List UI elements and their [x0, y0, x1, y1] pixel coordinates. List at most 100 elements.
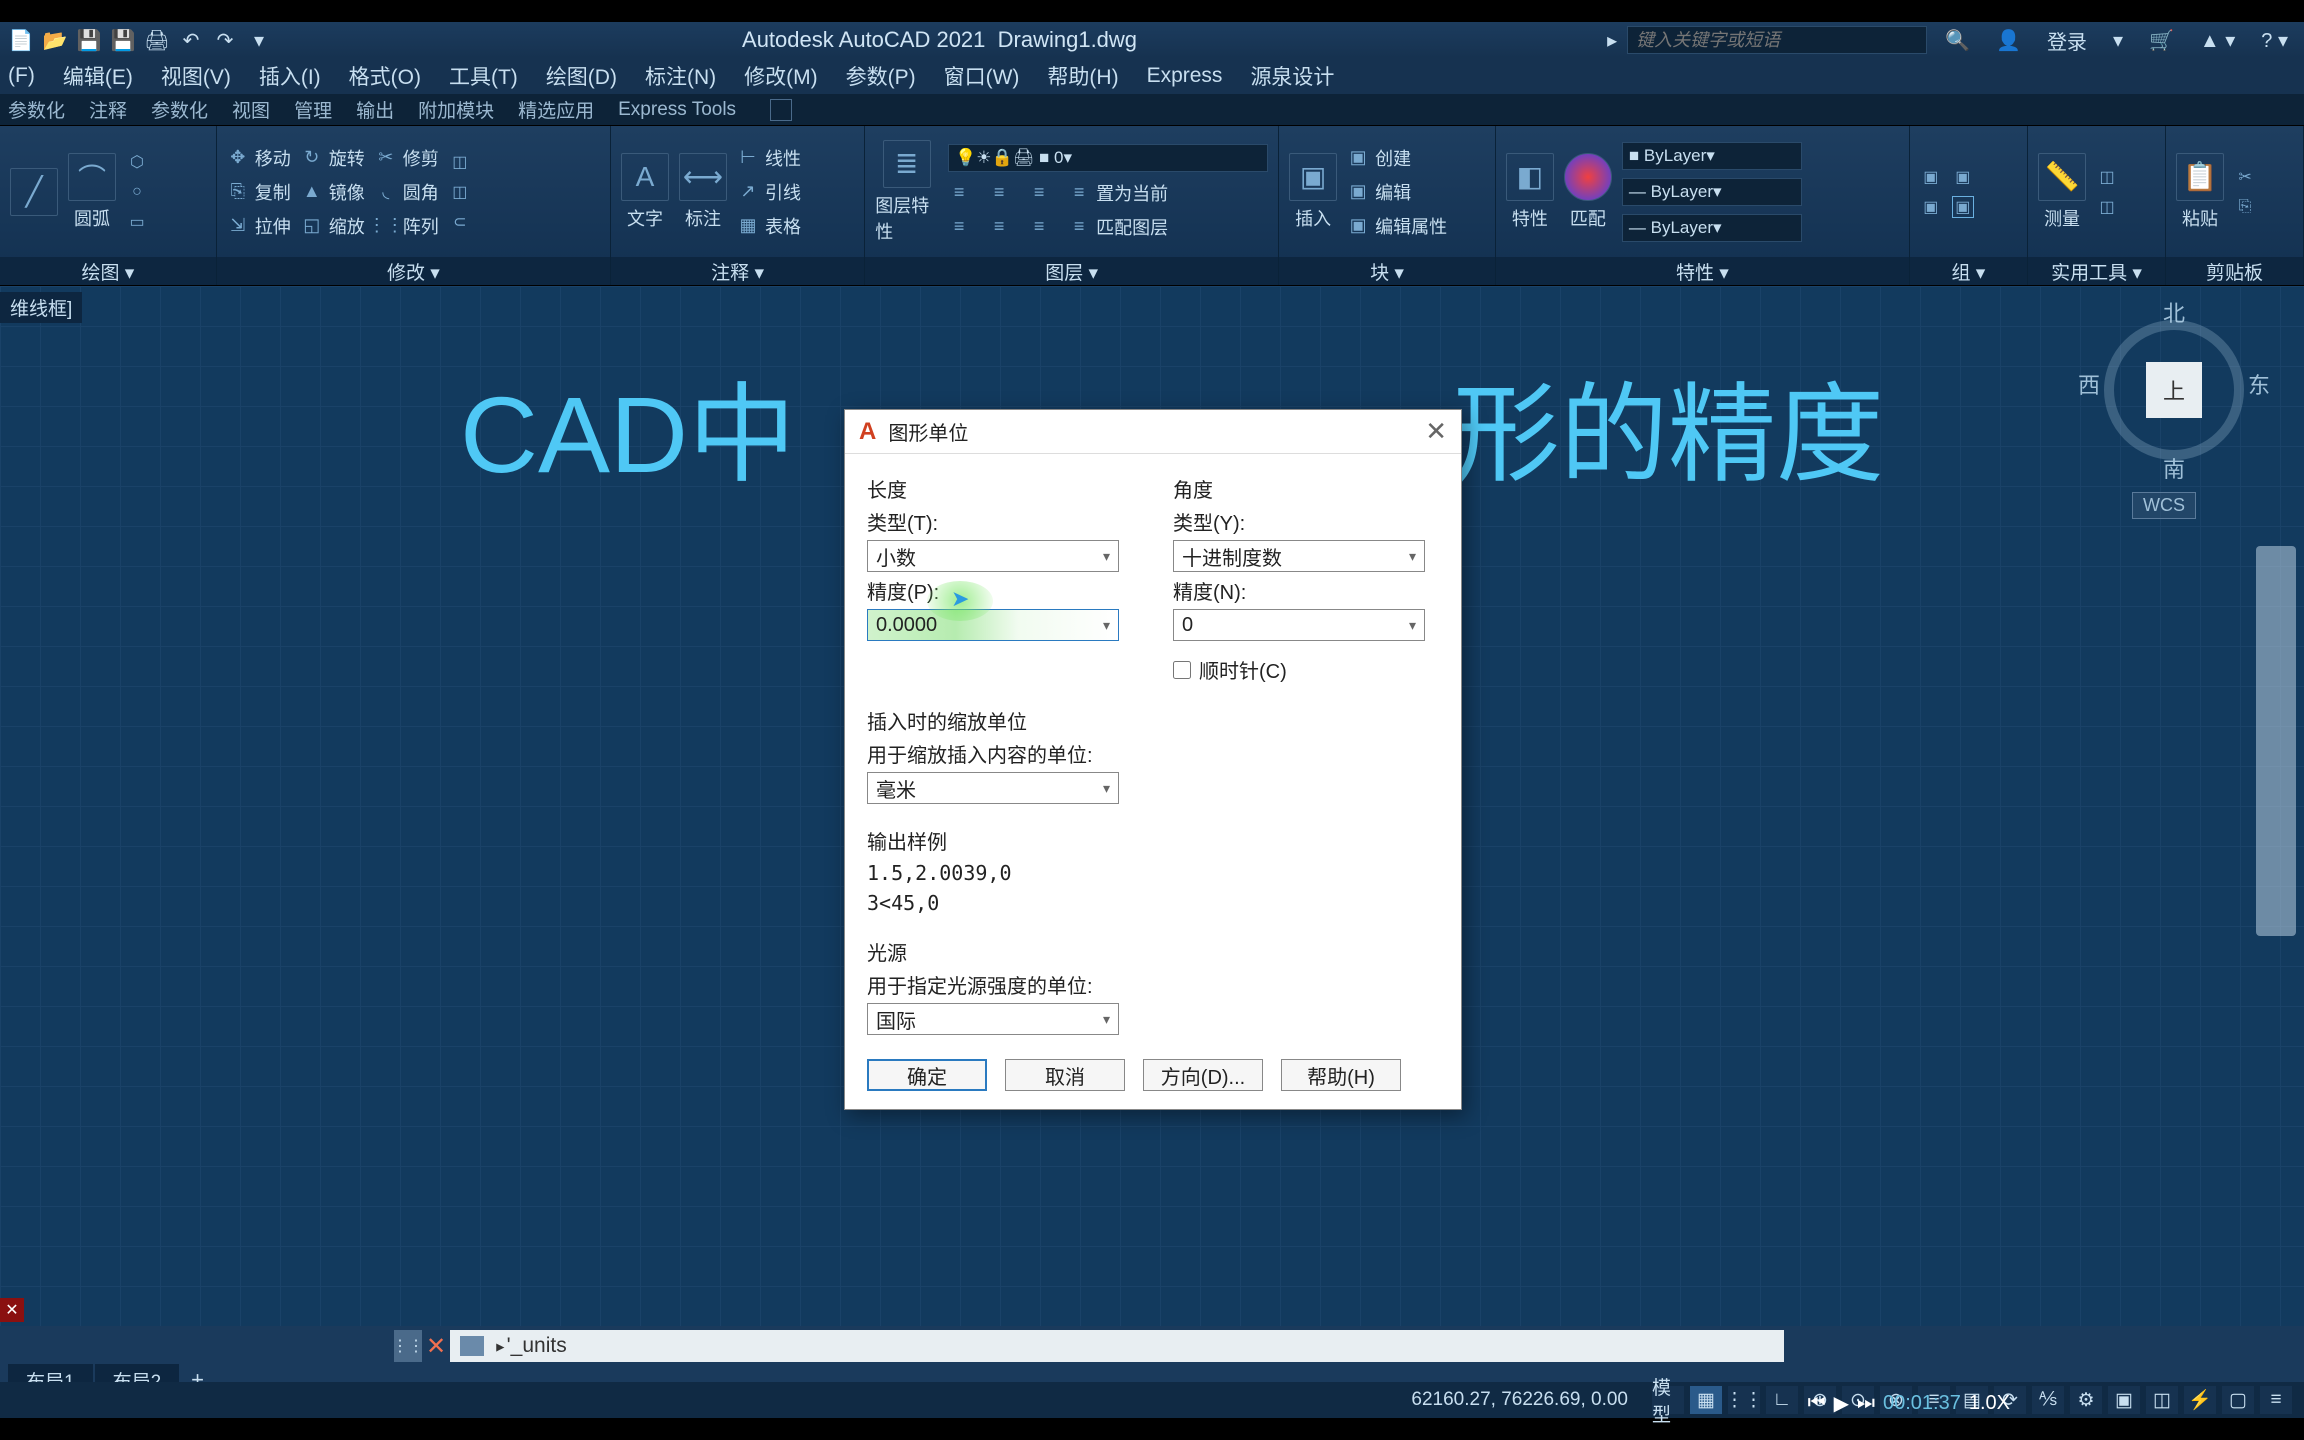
table-button[interactable]: ▦表格: [737, 213, 801, 239]
video-rate[interactable]: 1.0X: [1969, 1392, 2010, 1415]
panel-props-title[interactable]: 特性 ▾: [1496, 257, 1909, 285]
fillet-button[interactable]: ◟圆角: [375, 179, 439, 205]
viewcube-east[interactable]: 东: [2248, 368, 2270, 400]
menu-window[interactable]: 窗口(W): [944, 61, 1020, 91]
ribbon-tab-express[interactable]: Express Tools: [618, 99, 736, 121]
menu-file[interactable]: (F): [8, 64, 35, 88]
panel-annotate-title[interactable]: 注释 ▾: [611, 257, 864, 285]
modify-extra1-icon[interactable]: ◫: [449, 151, 471, 173]
viewcube-wcs[interactable]: WCS: [2132, 492, 2196, 519]
ribbon-tab-parametric1[interactable]: 参数化: [8, 96, 65, 123]
util-icon2[interactable]: ◫: [2096, 196, 2118, 218]
layer-mini6-icon[interactable]: ≡: [1028, 214, 1050, 240]
cmd-cancel-icon[interactable]: ✕: [422, 1330, 450, 1362]
rect-icon[interactable]: ▭: [126, 211, 148, 233]
grid-toggle-icon[interactable]: ▦: [1690, 1386, 1722, 1414]
search-input[interactable]: [1627, 26, 1927, 54]
direction-button[interactable]: 方向(D)...: [1143, 1059, 1263, 1091]
paste-button[interactable]: 📋粘贴: [2176, 153, 2224, 231]
layer-mini2-icon[interactable]: ≡: [988, 180, 1010, 206]
panel-layer-title[interactable]: 图层 ▾: [865, 257, 1278, 285]
stretch-button[interactable]: ⇲拉伸: [227, 213, 291, 239]
group-icon3[interactable]: ▣: [1952, 166, 1974, 188]
copy-button[interactable]: ⎘复制: [227, 179, 291, 205]
model-button[interactable]: 模型: [1652, 1386, 1684, 1414]
trim-button[interactable]: ✂修剪: [375, 145, 439, 171]
match-layer-button[interactable]: ≡匹配图层: [1068, 214, 1168, 240]
arc-button[interactable]: ⌒圆弧: [68, 153, 116, 231]
login-dropdown-icon[interactable]: ▾: [2105, 26, 2131, 55]
ribbon-tab-featured[interactable]: 精选应用: [518, 96, 594, 123]
ribbon-extra-icon[interactable]: [770, 99, 792, 121]
angle-type-combo[interactable]: 十进制度数▾: [1173, 540, 1425, 572]
menu-modify[interactable]: 修改(M): [744, 61, 817, 91]
layer-props-button[interactable]: ≣图层特性: [875, 140, 938, 244]
group-icon4[interactable]: ▣: [1952, 196, 1974, 218]
line-button[interactable]: ╱: [10, 168, 58, 216]
search-arrow-icon[interactable]: ▸: [1607, 28, 1617, 53]
ok-button[interactable]: 确定: [867, 1059, 987, 1091]
customize-status-icon[interactable]: ≡: [2260, 1386, 2292, 1414]
length-precision-combo[interactable]: 0.0000▾: [867, 609, 1119, 641]
panel-modify-title[interactable]: 修改 ▾: [217, 257, 610, 285]
a360-icon[interactable]: ▲ ▾: [2192, 26, 2243, 55]
open-file-icon[interactable]: 📂: [42, 27, 68, 53]
layer-mini1-icon[interactable]: ≡: [948, 180, 970, 206]
circle-icon[interactable]: ○: [126, 181, 148, 203]
hardware-accel-icon[interactable]: ⚡: [2184, 1386, 2216, 1414]
lineweight-combo[interactable]: — ByLayer▾: [1622, 178, 1802, 206]
video-play-icon[interactable]: ▶: [1834, 1391, 1849, 1416]
length-type-combo[interactable]: 小数▾: [867, 540, 1119, 572]
insert-units-combo[interactable]: 毫米▾: [867, 772, 1119, 804]
edit-block-button[interactable]: ▣编辑: [1347, 179, 1447, 205]
menu-tools[interactable]: 工具(T): [449, 61, 518, 91]
ribbon-tab-parametric2[interactable]: 参数化: [151, 96, 208, 123]
dialog-close-icon[interactable]: ✕: [1425, 416, 1447, 447]
layer-mini3-icon[interactable]: ≡: [1028, 180, 1050, 206]
clockwise-checkbox[interactable]: 顺时针(C): [1173, 655, 1439, 684]
cmd-handle-icon[interactable]: ⋮⋮: [394, 1330, 422, 1362]
menu-view[interactable]: 视图(V): [161, 61, 231, 91]
annotation-scale-icon[interactable]: ⅍: [2032, 1386, 2064, 1414]
lighting-units-combo[interactable]: 国际▾: [867, 1003, 1119, 1035]
layer-combo[interactable]: 💡☀🔒🖨 ■ 0▾: [948, 144, 1268, 172]
panel-clip-title[interactable]: 剪贴板: [2166, 257, 2303, 285]
layer-mini5-icon[interactable]: ≡: [988, 214, 1010, 240]
panel-draw-title[interactable]: 绘图 ▾: [0, 257, 216, 285]
copy-clip-icon[interactable]: ⎘: [2234, 196, 2256, 218]
ribbon-tab-output[interactable]: 输出: [356, 96, 394, 123]
scale-button[interactable]: ◱缩放: [301, 213, 365, 239]
command-input[interactable]: ▸ '_units: [450, 1330, 1784, 1362]
new-file-icon[interactable]: 📄: [8, 27, 34, 53]
annotation-monitor-icon[interactable]: ▣: [2108, 1386, 2140, 1414]
set-current-button[interactable]: ≡置为当前: [1068, 180, 1168, 206]
polyline-icon[interactable]: ⬡: [126, 151, 148, 173]
panel-util-title[interactable]: 实用工具 ▾: [2028, 257, 2165, 285]
video-prev-icon[interactable]: ⏮: [1808, 1392, 1826, 1415]
mirror-button[interactable]: ▲镜像: [301, 179, 365, 205]
menu-edit[interactable]: 编辑(E): [63, 61, 133, 91]
ortho-toggle-icon[interactable]: ∟: [1766, 1386, 1798, 1414]
color-combo[interactable]: ■ ByLayer▾: [1622, 142, 1802, 170]
navigation-bar[interactable]: [2256, 546, 2296, 936]
dim-button[interactable]: ⟷标注: [679, 153, 727, 231]
cut-icon[interactable]: ✂: [2234, 166, 2256, 188]
modify-extra3-icon[interactable]: ⊂: [449, 211, 471, 233]
move-button[interactable]: ✥移动: [227, 145, 291, 171]
menu-express[interactable]: Express: [1147, 64, 1223, 88]
snap-toggle-icon[interactable]: ⋮⋮: [1728, 1386, 1760, 1414]
undo-icon[interactable]: ↶: [178, 27, 204, 53]
linear-button[interactable]: ⊢线性: [737, 145, 801, 171]
plot-icon[interactable]: 🖨: [144, 27, 170, 53]
save-icon[interactable]: 💾: [76, 27, 102, 53]
help-icon[interactable]: ? ▾: [2253, 26, 2296, 55]
angle-precision-combo[interactable]: 0▾: [1173, 609, 1425, 641]
linetype-combo[interactable]: — ByLayer▾: [1622, 214, 1802, 242]
group-icon2[interactable]: ▣: [1920, 196, 1942, 218]
viewcube[interactable]: 北 上 西 东 南 WCS: [2084, 296, 2264, 496]
user-icon[interactable]: 👤: [1988, 26, 2029, 55]
group-icon1[interactable]: ▣: [1920, 166, 1942, 188]
create-block-button[interactable]: ▣创建: [1347, 145, 1447, 171]
menu-yuanquan[interactable]: 源泉设计: [1250, 61, 1334, 91]
ribbon-tab-manage[interactable]: 管理: [294, 96, 332, 123]
